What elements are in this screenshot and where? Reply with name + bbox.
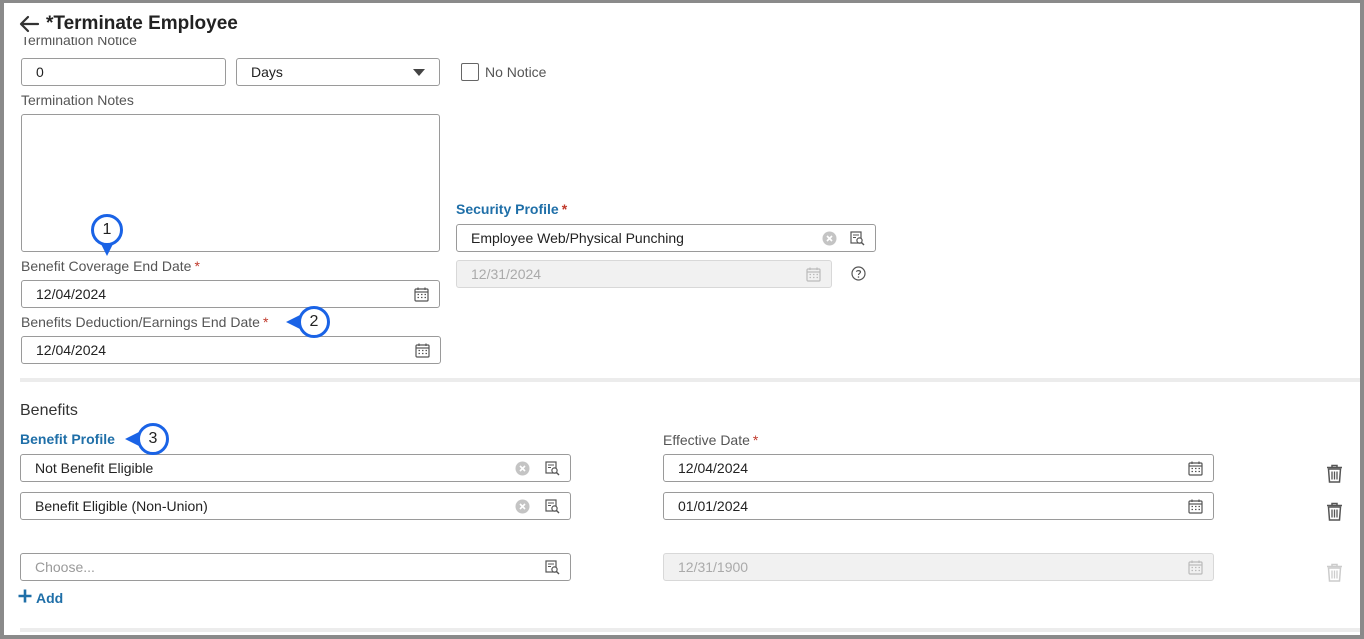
effective-date-input-1[interactable]: 12/04/2024 [663,454,1214,482]
effective-date-label: Effective Date * [663,432,759,448]
lookup-icon[interactable] [545,499,560,514]
add-benefit-button[interactable]: Add [18,589,63,606]
benefit-profile-placeholder: Choose... [35,559,95,575]
benefits-deduction-end-value: 12/04/2024 [36,342,107,358]
trash-icon[interactable] [1326,502,1343,521]
clear-icon[interactable] [515,499,530,514]
lookup-icon[interactable] [545,461,560,476]
security-profile-value: Employee Web/Physical Punching [471,230,684,246]
benefit-coverage-end-label: Benefit Coverage End Date * [21,258,200,274]
termination-notice-value: 0 [36,64,44,80]
effective-date-input-2[interactable]: 01/01/2024 [663,492,1214,520]
back-arrow-icon[interactable] [18,14,40,34]
trash-icon [1326,563,1343,582]
effective-date-input-3: 12/31/1900 [663,553,1214,581]
benefit-coverage-end-input[interactable]: 12/04/2024 [21,280,440,308]
chevron-down-icon [413,69,425,77]
callout-3: 3 [137,423,169,455]
benefit-profile-input-1[interactable]: Not Benefit Eligible [20,454,571,482]
termination-notice-label: Termination Notice [21,37,137,48]
benefit-profile-value: Benefit Eligible (Non-Union) [35,498,208,514]
lookup-icon[interactable] [850,231,865,246]
effective-date-value: 12/31/1900 [678,559,749,575]
callout-1: 1 [91,214,123,246]
security-profile-date: 12/31/2024 [456,260,832,288]
calendar-icon[interactable] [1188,461,1203,476]
effective-date-value: 12/04/2024 [678,460,749,476]
benefit-coverage-end-value: 12/04/2024 [36,286,107,302]
calendar-icon[interactable] [1188,499,1203,514]
calendar-icon [806,267,821,282]
benefit-profile-input-2[interactable]: Benefit Eligible (Non-Union) [20,492,571,520]
calendar-icon[interactable] [414,287,429,302]
benefits-deduction-end-input[interactable]: 12/04/2024 [21,336,441,364]
calendar-icon [1188,560,1203,575]
benefits-section-title: Benefits [20,402,78,419]
benefit-profile-label: Benefit Profile [20,431,115,447]
benefit-profile-input-3[interactable]: Choose... [20,553,571,581]
termination-notice-input[interactable]: 0 [21,58,226,86]
security-profile-date-value: 12/31/2024 [471,266,542,282]
callout-2: 2 [298,306,330,338]
termination-notes-textarea[interactable] [21,114,440,252]
termination-notes-label: Termination Notes [21,92,134,108]
section-divider [20,378,1360,382]
bottom-divider [20,628,1360,632]
no-notice-label: No Notice [485,64,547,80]
security-profile-label: Security Profile * [456,201,568,217]
help-icon[interactable] [851,266,866,281]
benefit-profile-value: Not Benefit Eligible [35,460,154,476]
page-title: *Terminate Employee [46,13,238,34]
effective-date-value: 01/01/2024 [678,498,749,514]
benefits-deduction-end-label: Benefits Deduction/Earnings End Date * [21,314,269,330]
no-notice-checkbox[interactable] [461,63,479,81]
calendar-icon[interactable] [415,343,430,358]
security-profile-input[interactable]: Employee Web/Physical Punching [456,224,876,252]
notice-unit-select[interactable]: Days [236,58,440,86]
notice-unit-value: Days [251,64,283,80]
clear-icon[interactable] [515,461,530,476]
lookup-icon[interactable] [545,560,560,575]
add-label: Add [36,589,64,606]
trash-icon[interactable] [1326,464,1343,483]
clear-icon[interactable] [822,231,837,246]
plus-icon [18,589,32,606]
